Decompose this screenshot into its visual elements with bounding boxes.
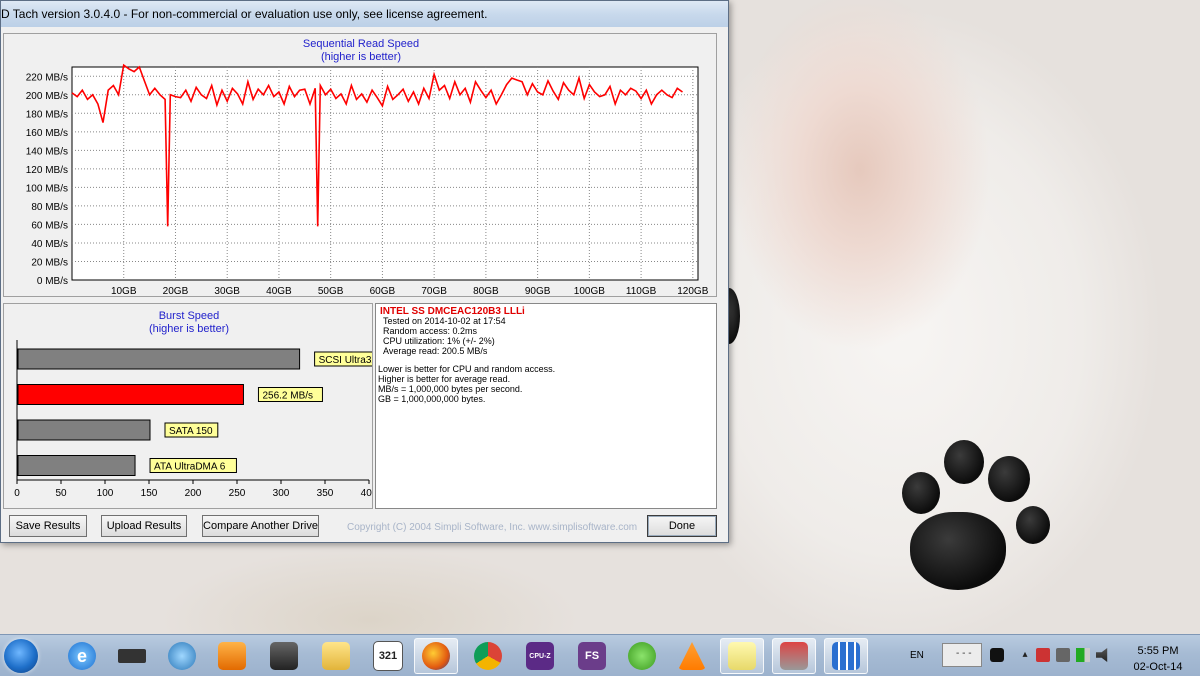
copyright-text: Copyright (C) 2004 Simpli Software, Inc.… xyxy=(347,522,638,533)
x-tick-label: 80GB xyxy=(473,286,499,296)
bar-label: SCSI Ultra320 xyxy=(319,355,372,366)
language-indicator[interactable]: EN xyxy=(910,650,924,661)
x-tick-label: 200 xyxy=(185,488,202,499)
volume-icon[interactable] xyxy=(1096,648,1108,662)
note-mbs-definition: MB/s = 1,000,000 bytes per second. xyxy=(378,384,523,394)
hd-tach-icon[interactable] xyxy=(772,638,816,674)
media-player-icon[interactable] xyxy=(210,638,254,674)
start-orb-icon[interactable] xyxy=(4,639,38,673)
clock-time[interactable]: 5:55 PM xyxy=(1128,645,1188,657)
random-access: Random access: 0.2ms xyxy=(383,326,478,336)
tray-app-icon[interactable] xyxy=(1036,648,1050,662)
hdtach-window: D Tach version 3.0.4.0 - For non-commerc… xyxy=(0,0,729,543)
y-tick-label: 20 MB/s xyxy=(31,257,68,268)
file-explorer-icon[interactable] xyxy=(314,638,358,674)
y-tick-label: 160 MB/s xyxy=(26,128,68,139)
x-tick-label: 70GB xyxy=(421,286,447,296)
x-tick-label: 0 xyxy=(14,488,20,499)
x-tick-label: 150 xyxy=(141,488,158,499)
x-tick-label: 110GB xyxy=(626,286,657,296)
fs-label: FS xyxy=(578,642,606,670)
x-tick-label: 100GB xyxy=(574,286,605,296)
x-tick-label: 30GB xyxy=(214,286,240,296)
x-tick-label: 90GB xyxy=(525,286,551,296)
x-tick-label: 40GB xyxy=(266,286,292,296)
chevron-up-icon[interactable]: ▴ xyxy=(1018,648,1032,662)
bar-3 xyxy=(17,455,136,476)
battery-icon[interactable] xyxy=(1076,648,1090,662)
burst-speed-chart: 0 50 100 150 200 250 300 350 400 SCSI Ultra320 256… xyxy=(14,340,372,499)
x-tick-label: 100 xyxy=(97,488,114,499)
sequential-read-panel: Sequential Read Speed (higher is better)… xyxy=(3,33,717,297)
bar-1 xyxy=(17,384,244,405)
clock-date[interactable]: 02-Oct-14 xyxy=(1128,661,1188,673)
done-button[interactable]: Done xyxy=(647,515,717,537)
y-tick-label: 200 MB/s xyxy=(26,91,68,102)
fs-icon[interactable]: FS xyxy=(570,638,614,674)
network-icon[interactable] xyxy=(824,638,868,674)
note-lower-better: Lower is better for CPU and random acces… xyxy=(378,364,556,374)
bar-0 xyxy=(17,348,301,370)
vlc-icon[interactable] xyxy=(670,638,714,674)
wallpaper-cat-paw xyxy=(880,420,1070,610)
x-tick-label: 50GB xyxy=(318,286,344,296)
taskbar: e 321 CPU-Z FS EN - - - ▴ 5:55 PM 02-Oct… xyxy=(0,634,1200,676)
upload-results-button[interactable]: Upload Results xyxy=(101,515,187,537)
average-read: Average read: 200.5 MB/s xyxy=(383,346,488,356)
cpu-utilization: CPU utilization: 1% (+/- 2%) xyxy=(383,336,495,346)
drive-info-panel: INTEL SS DMCEAC120B3 LLLi Tested on 2014… xyxy=(375,303,717,509)
y-tick-label: 60 MB/s xyxy=(31,220,68,231)
save-results-button[interactable]: Save Results xyxy=(9,515,87,537)
cpu-z-icon[interactable]: CPU-Z xyxy=(518,638,562,674)
bar-label: 256.2 MB/s xyxy=(262,391,313,402)
x-tick-label: 60GB xyxy=(370,286,396,296)
sticky-notes-icon[interactable] xyxy=(720,638,764,674)
x-tick-label: 10GB xyxy=(111,286,137,296)
y-tick-label: 80 MB/s xyxy=(31,202,68,213)
tested-on: Tested on 2014-10-02 at 17:54 xyxy=(383,316,506,326)
games-icon[interactable] xyxy=(262,638,306,674)
window-titlebar[interactable]: D Tach version 3.0.4.0 - For non-commerc… xyxy=(1,1,728,27)
x-tick-label: 50 xyxy=(55,488,67,499)
tray-flag-icon[interactable] xyxy=(1056,648,1070,662)
y-tick-label: 40 MB/s xyxy=(31,239,68,250)
x-tick-label: 350 xyxy=(317,488,334,499)
x-tick-label: 300 xyxy=(273,488,290,499)
bar-2 xyxy=(17,419,151,441)
y-tick-label: 100 MB/s xyxy=(26,183,68,194)
compare-another-drive-button[interactable]: Compare Another Drive xyxy=(202,515,319,537)
y-tick-label: 220 MB/s xyxy=(26,72,68,83)
calendar-label: 321 xyxy=(373,641,403,671)
hard-drive-icon[interactable] xyxy=(110,638,154,674)
y-tick-label: 0 MB/s xyxy=(37,276,68,287)
note-higher-better: Higher is better for average read. xyxy=(378,374,511,384)
tray-widget-text: - - - xyxy=(956,648,972,659)
x-tick-label: 400 xyxy=(361,488,372,499)
y-tick-label: 180 MB/s xyxy=(26,109,68,120)
plug-icon[interactable] xyxy=(990,648,1004,662)
wallpaper-fur xyxy=(160,548,580,638)
bar-label: ATA UltraDMA 6 xyxy=(154,462,226,473)
note-gb-definition: GB = 1,000,000,000 bytes. xyxy=(378,394,486,404)
cpuz-label: CPU-Z xyxy=(526,642,554,670)
x-tick-label: 20GB xyxy=(163,286,189,296)
calendar-321-icon[interactable]: 321 xyxy=(366,638,410,674)
sequential-read-chart: 220 MB/s 200 MB/s 180 MB/s 160 MB/s 140 MB/s… xyxy=(26,63,709,296)
utorrent-icon[interactable] xyxy=(620,638,664,674)
x-tick-label: 250 xyxy=(229,488,246,499)
y-tick-label: 120 MB/s xyxy=(26,165,68,176)
bar-label: SATA 150 xyxy=(169,426,213,437)
chrome-icon[interactable] xyxy=(466,638,510,674)
burst-speed-panel: Burst Speed (higher is better) 0 50 100 150… xyxy=(3,303,373,509)
x-tick-label: 120GB xyxy=(677,286,708,296)
window-title: D Tach version 3.0.4.0 - For non-commerc… xyxy=(1,7,488,21)
internet-explorer-icon[interactable]: e xyxy=(60,638,104,674)
firefox-icon[interactable] xyxy=(414,638,458,674)
y-tick-label: 140 MB/s xyxy=(26,146,68,157)
media-center-icon[interactable] xyxy=(160,638,204,674)
